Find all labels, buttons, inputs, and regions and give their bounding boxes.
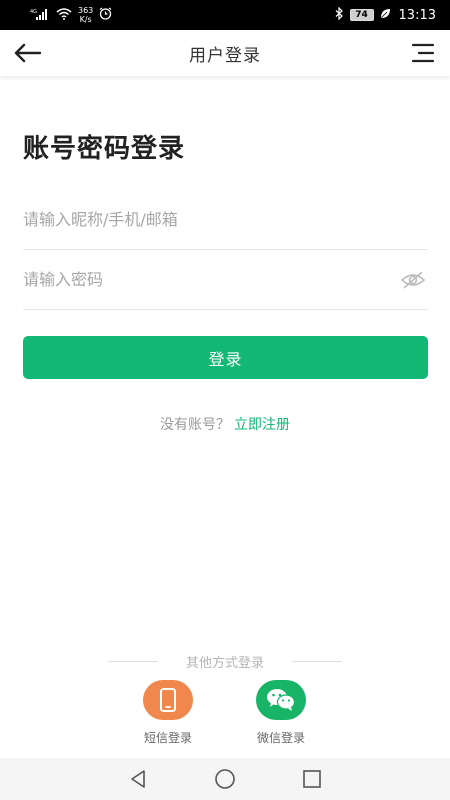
wifi-icon (56, 7, 72, 23)
eye-off-icon (400, 271, 426, 289)
wechat-login-circle[interactable] (256, 680, 306, 720)
leaf-icon (380, 8, 391, 22)
status-bar: 4G 363 K/s 74 13:13 (0, 0, 450, 30)
back-button[interactable] (12, 38, 42, 68)
network-type-label: 4G (30, 9, 37, 15)
login-button[interactable]: 登录 (23, 336, 428, 379)
network-speed: 363 K/s (78, 6, 93, 24)
menu-button[interactable] (410, 38, 436, 68)
status-left: 4G 363 K/s (30, 6, 112, 24)
divider-line-left (108, 660, 158, 662)
nav-back-button[interactable] (123, 764, 153, 794)
square-recents-icon (302, 770, 321, 788)
no-account-text: 没有账号？ (160, 417, 230, 433)
username-field-row (23, 190, 428, 250)
clock-time: 13:13 (398, 7, 436, 23)
battery-indicator: 74 (349, 9, 374, 21)
wechat-login-button[interactable]: 微信登录 (241, 680, 321, 746)
register-link[interactable]: 立即注册 (234, 417, 290, 433)
status-right: 74 13:13 (335, 6, 436, 23)
alarm-icon (99, 7, 112, 23)
password-input[interactable] (23, 250, 383, 309)
wechat-login-label: 微信登录 (256, 731, 305, 745)
divider-line-right (291, 660, 342, 662)
phone-icon (160, 688, 176, 712)
wechat-icon (267, 689, 296, 711)
password-field-row (23, 250, 428, 310)
cellular-signal-icon: 4G (30, 8, 50, 23)
login-heading: 账号密码登录 (23, 134, 186, 164)
speed-unit: K/s (79, 15, 92, 24)
menu-icon (411, 43, 435, 63)
title-bar: 用户登录 (0, 30, 450, 76)
sms-login-label: 短信登录 (143, 731, 192, 745)
circle-home-icon (215, 769, 235, 789)
toggle-password-visibility-button[interactable] (400, 268, 426, 292)
username-input[interactable] (23, 190, 383, 249)
other-login-label: 其他方式登录 (185, 655, 264, 671)
page-title: 用户登录 (189, 45, 261, 66)
nav-recents-button[interactable] (297, 764, 327, 794)
sms-login-button[interactable]: 短信登录 (128, 680, 208, 746)
nav-home-button[interactable] (210, 764, 240, 794)
sms-login-circle[interactable] (143, 680, 193, 720)
system-navigation-bar (0, 758, 450, 800)
triangle-back-icon (131, 770, 146, 788)
register-prompt: 没有账号？ 立即注册 (0, 414, 450, 434)
bluetooth-icon (335, 6, 344, 23)
other-login-divider: 其他方式登录 (108, 650, 342, 672)
arrow-left-icon (14, 43, 41, 63)
speed-value: 363 (78, 6, 94, 15)
